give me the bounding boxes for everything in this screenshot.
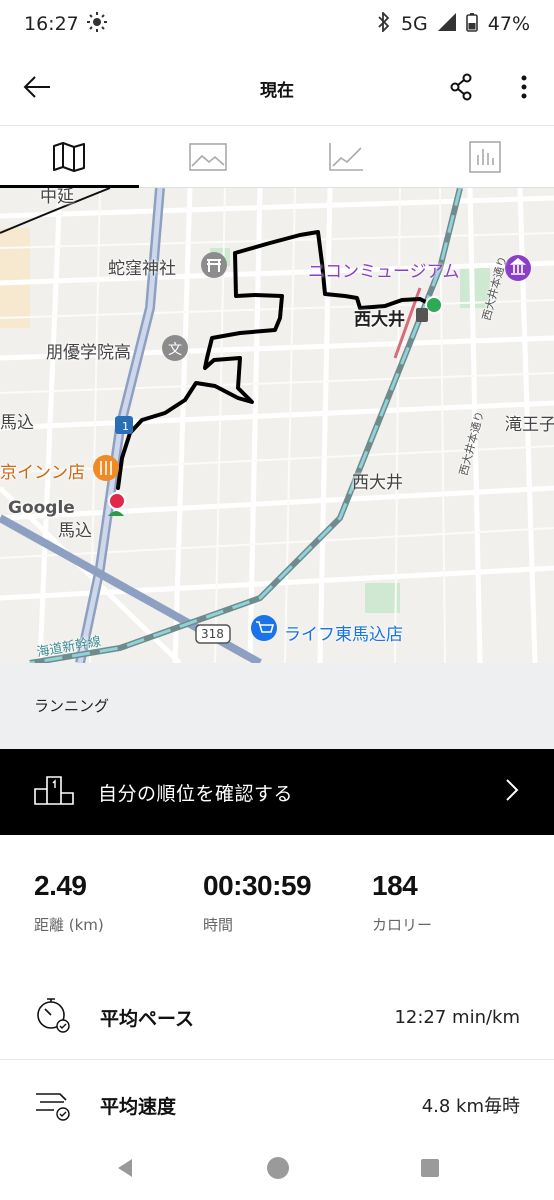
map-label-museum: ニコンミュージアム bbox=[308, 262, 460, 282]
distance-label: 距離 (km) bbox=[34, 916, 104, 934]
triangle-back-icon bbox=[118, 1159, 132, 1177]
more-vertical-icon bbox=[521, 75, 527, 99]
nav-home-button[interactable] bbox=[266, 1156, 290, 1184]
distance-value: 2.49 bbox=[34, 870, 87, 901]
chevron-right-icon bbox=[504, 777, 520, 807]
activity-type: ランニング bbox=[0, 663, 554, 749]
map-label-nishioi: 西大井 bbox=[352, 473, 403, 493]
map-label-magome-left: 馬込 bbox=[0, 413, 34, 433]
signal-icon bbox=[437, 12, 456, 36]
calories-value: 184 bbox=[372, 870, 418, 901]
map-icon bbox=[53, 141, 86, 172]
tab-map[interactable] bbox=[0, 126, 139, 188]
battery-icon bbox=[465, 12, 478, 37]
time-stat: 00:30:59 時間 bbox=[203, 870, 312, 935]
more-options-button[interactable] bbox=[512, 72, 536, 102]
tab-graph[interactable] bbox=[277, 126, 416, 187]
map-label-restaurant: 京インン店 bbox=[0, 463, 85, 483]
bluetooth-icon bbox=[377, 10, 391, 37]
supermarket-pin-icon bbox=[251, 615, 277, 641]
map-label-school: 朋優学院高 bbox=[46, 343, 131, 363]
map-label-magome: 馬込 bbox=[58, 521, 92, 541]
average-speed-label: 平均速度 bbox=[100, 1095, 177, 1118]
svg-text:文: 文 bbox=[168, 341, 182, 357]
map-label-shrine: 蛇窪神社 bbox=[108, 259, 176, 279]
time-label: 時間 bbox=[203, 916, 234, 934]
share-icon bbox=[450, 73, 472, 101]
network-label: 5G bbox=[400, 13, 428, 35]
app-bar: 現在 bbox=[0, 48, 554, 126]
average-pace-row: 平均ペース 12:27 min/km bbox=[0, 974, 554, 1060]
map-label-nakanobu: 中延 bbox=[40, 188, 74, 207]
calories-label: カロリー bbox=[372, 916, 433, 934]
status-bar: 16:27 5G 47% bbox=[0, 0, 554, 48]
time-value: 00:30:59 bbox=[203, 870, 312, 901]
route-map[interactable]: 文 中延 蛇窪神社 ニコンミュージアム 西大井 朋優学院高 馬込 1 京インン店… bbox=[0, 188, 554, 663]
map-label-station: 西大井 bbox=[354, 310, 405, 330]
google-logo: Google bbox=[8, 498, 75, 518]
end-marker bbox=[108, 492, 126, 510]
image-icon bbox=[188, 142, 227, 171]
battery-percent: 47% bbox=[487, 13, 530, 35]
average-speed-row: 平均速度 4.8 km毎時 bbox=[0, 1062, 554, 1148]
system-nav-bar bbox=[0, 1140, 554, 1200]
distance-stat: 2.49 距離 (km) bbox=[34, 870, 104, 935]
stopwatch-icon bbox=[34, 996, 72, 1038]
map-label-takiocho: 滝王子 bbox=[505, 415, 554, 435]
share-button[interactable] bbox=[446, 72, 476, 102]
map-label-supermarket: ライフ東馬込店 bbox=[284, 625, 403, 645]
line-chart-icon bbox=[329, 142, 364, 171]
tab-splits[interactable] bbox=[416, 126, 554, 187]
map-label-route-318: 318 bbox=[201, 627, 224, 641]
speed-icon bbox=[34, 1084, 72, 1126]
average-pace-label: 平均ペース bbox=[100, 1007, 195, 1030]
calories-stat: 184 カロリー bbox=[372, 870, 432, 935]
nav-back-button[interactable] bbox=[114, 1157, 136, 1183]
circle-home-icon bbox=[267, 1157, 289, 1179]
square-recents-icon bbox=[421, 1159, 439, 1177]
summary-stats: 2.49 距離 (km) 00:30:59 時間 184 カロリー bbox=[0, 870, 554, 950]
nav-recents-button[interactable] bbox=[420, 1158, 440, 1182]
status-time: 16:27 bbox=[24, 13, 79, 35]
average-pace-value: 12:27 min/km bbox=[394, 1006, 520, 1028]
map-label-route-1: 1 bbox=[122, 420, 129, 433]
bar-chart-icon bbox=[468, 140, 501, 173]
podium-icon bbox=[34, 775, 74, 809]
check-rank-button[interactable]: 自分の順位を確認する bbox=[0, 749, 554, 835]
divider bbox=[0, 1059, 554, 1060]
brightness-icon bbox=[86, 11, 107, 37]
tab-photos[interactable] bbox=[139, 126, 278, 187]
check-rank-label: 自分の順位を確認する bbox=[98, 782, 294, 805]
start-marker bbox=[425, 296, 443, 314]
view-tabs bbox=[0, 126, 554, 188]
average-speed-value: 4.8 km毎時 bbox=[421, 1096, 520, 1117]
